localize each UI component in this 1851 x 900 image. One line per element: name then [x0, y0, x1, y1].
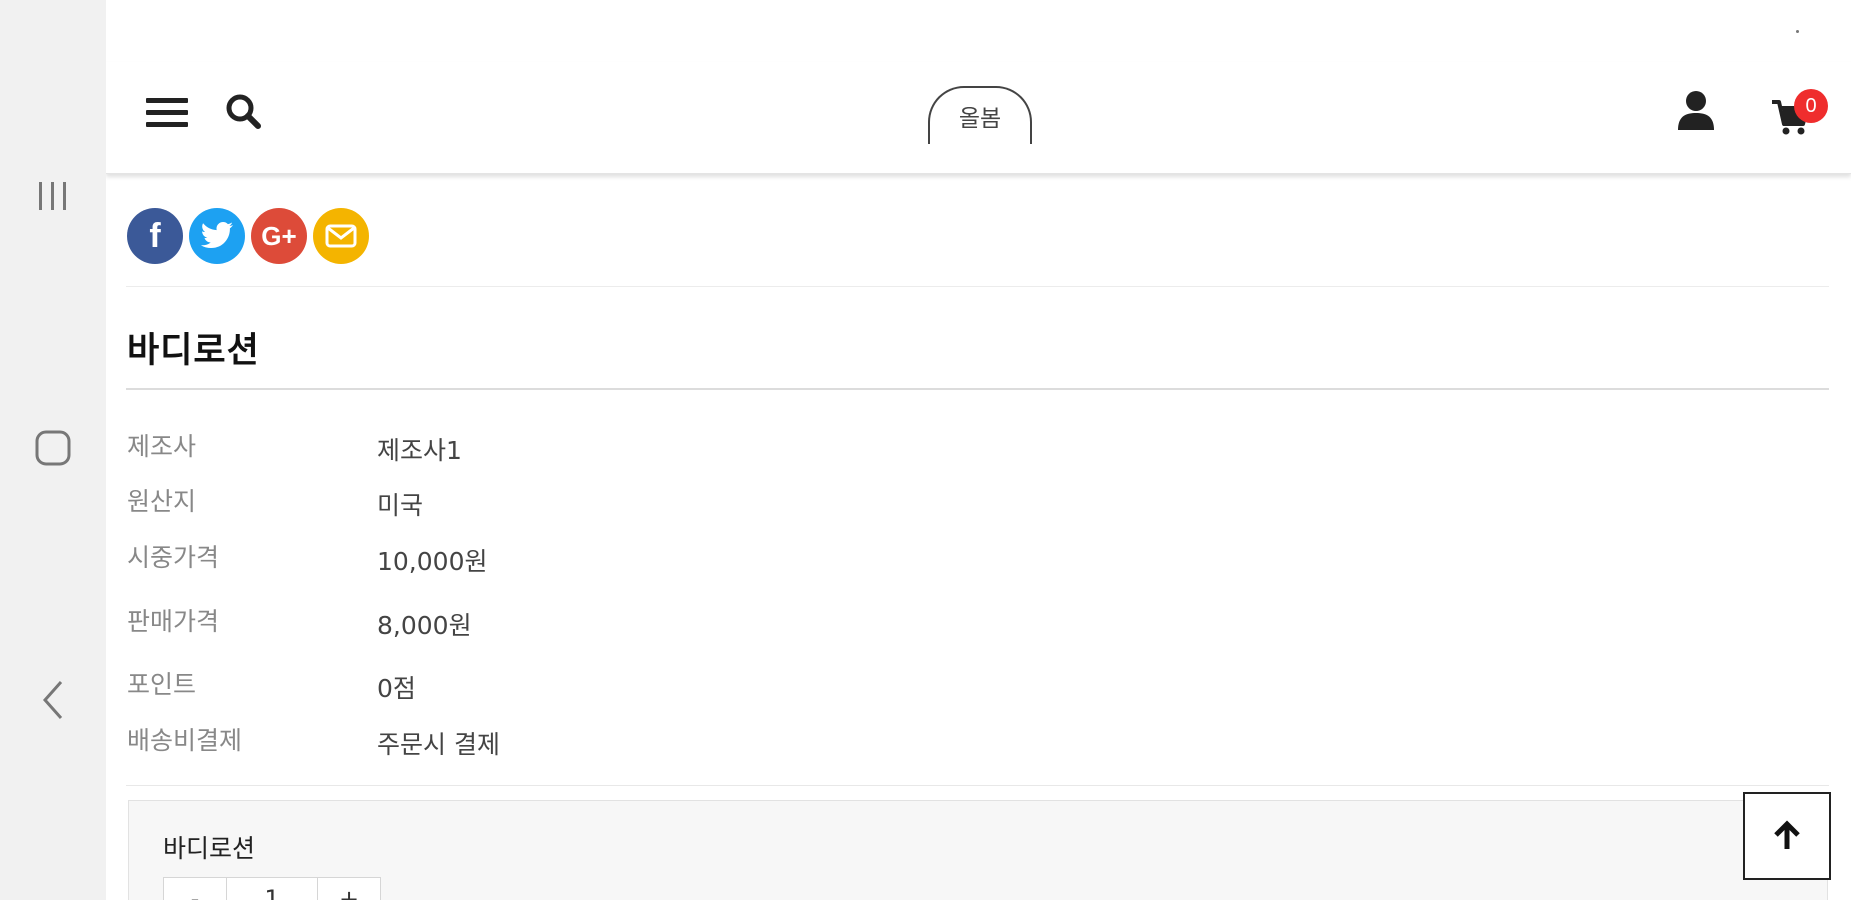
search-button[interactable] [222, 90, 266, 134]
facebook-share-button[interactable]: f [127, 208, 183, 264]
twitter-share-button[interactable] [189, 208, 245, 264]
info-value: 8,000원 [377, 611, 472, 640]
info-label: 배송비결제 [127, 726, 243, 755]
hamburger-line [146, 121, 188, 127]
divider [126, 785, 1829, 786]
hamburger-line [146, 109, 188, 115]
product-title: 바디로션 [127, 331, 260, 371]
info-row-sale-price: 판매가격 8,000원 [127, 602, 927, 642]
selected-option-box: 바디로션 - 1 + [128, 800, 1828, 900]
quantity-decrease-button[interactable]: - [163, 877, 227, 900]
recent-apps-button[interactable] [0, 176, 106, 216]
info-value: 제조사1 [377, 436, 462, 465]
browser-viewport: 올봄 0 f G+ 바디로션 제조사 제조사1 원산지 미국 시중가격 10,0… [106, 0, 1851, 900]
info-value: 0점 [377, 674, 416, 703]
divider [126, 388, 1829, 390]
status-dot [1796, 30, 1799, 33]
back-button[interactable] [0, 676, 106, 724]
option-name: 바디로션 [163, 834, 256, 863]
site-logo[interactable]: 올봄 [928, 86, 1032, 144]
search-icon [226, 94, 261, 129]
cart-count-badge: 0 [1794, 89, 1828, 123]
home-icon [35, 430, 71, 466]
system-navigation-bar [0, 0, 106, 900]
info-row-market-price: 시중가격 10,000원 [127, 538, 927, 578]
info-row-origin: 원산지 미국 [127, 482, 927, 522]
recents-icon [39, 182, 66, 210]
info-label: 제조사 [127, 432, 197, 461]
facebook-icon: f [149, 216, 161, 255]
info-row-points: 포인트 0점 [127, 665, 927, 705]
google-plus-share-button[interactable]: G+ [251, 208, 307, 264]
quantity-input[interactable]: 1 [227, 877, 317, 900]
email-share-button[interactable] [313, 208, 369, 264]
quantity-stepper: - 1 + [163, 877, 381, 900]
account-button[interactable] [1674, 88, 1718, 132]
info-value: 주문시 결제 [377, 730, 500, 759]
info-row-manufacturer: 제조사 제조사1 [127, 427, 927, 467]
arrow-up-icon [1774, 820, 1800, 849]
share-buttons: f G+ [127, 208, 369, 266]
twitter-icon [200, 222, 233, 248]
google-plus-icon: G+ [261, 220, 297, 251]
divider [126, 286, 1829, 287]
info-row-shipping-payment: 배송비결제 주문시 결제 [127, 721, 927, 761]
site-header: 올봄 0 [106, 62, 1851, 174]
info-label: 원산지 [127, 487, 197, 516]
scroll-to-top-button[interactable] [1743, 792, 1831, 880]
info-label: 포인트 [127, 670, 197, 699]
mail-icon [325, 224, 357, 248]
info-value: 10,000원 [377, 547, 488, 576]
info-label: 판매가격 [127, 607, 220, 636]
home-button[interactable] [0, 426, 106, 470]
hamburger-line [146, 97, 188, 103]
info-value: 미국 [377, 491, 424, 520]
back-icon [42, 681, 63, 719]
menu-button[interactable] [146, 92, 188, 132]
user-icon [1678, 91, 1714, 130]
info-label: 시중가격 [127, 543, 220, 572]
quantity-increase-button[interactable]: + [317, 877, 381, 900]
